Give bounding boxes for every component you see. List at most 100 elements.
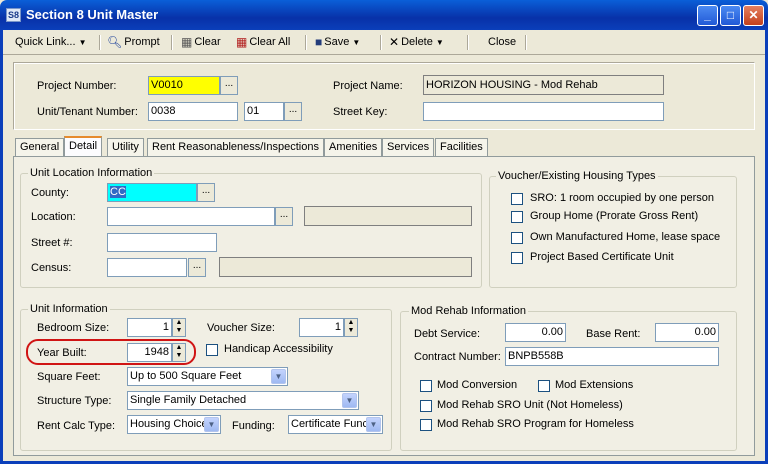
dropdown-arrow-icon[interactable]: ▼ [271, 369, 286, 384]
unit-lookup-button[interactable]: ... [284, 102, 302, 121]
mod-conversion-checkbox[interactable] [420, 380, 432, 392]
square-feet-select[interactable]: Up to 500 Square Feet ▼ [127, 367, 288, 386]
debt-service-input[interactable]: 0.00 [505, 323, 566, 342]
delete-x-icon: ✕ [389, 35, 400, 50]
dropdown-arrow-icon: ▼ [435, 38, 444, 47]
handicap-label: Handicap Accessibility [224, 343, 333, 355]
toolbar: Quick Link... ▼ 🔍︎ Prompt ▦ Clear ▦ Clear A… [3, 30, 765, 55]
save-button[interactable]: ■ Save ▼ [315, 34, 360, 52]
square-feet-label: Square Feet: [37, 371, 101, 383]
census-label: Census: [31, 262, 72, 274]
tab-general[interactable]: General [15, 138, 65, 157]
census-description [219, 257, 472, 277]
delete-label: Delete [401, 36, 433, 48]
funding-value: Certificate Func [291, 418, 369, 430]
dropdown-arrow-icon[interactable]: ▼ [342, 393, 357, 408]
county-lookup-button[interactable]: ... [197, 183, 215, 202]
clear-button[interactable]: ▦ Clear [181, 34, 221, 52]
group-home-checkbox[interactable] [511, 211, 523, 223]
toolbar-separator [380, 35, 382, 50]
toolbar-separator [467, 35, 469, 50]
close-button[interactable]: Close [488, 34, 516, 52]
group-home-label: Group Home (Prorate Gross Rent) [530, 210, 699, 222]
handicap-checkbox[interactable] [206, 344, 218, 356]
spin-up-icon[interactable]: ▲ [345, 319, 357, 327]
sro-unit-checkbox[interactable] [420, 400, 432, 412]
tenant-number-input[interactable]: 01 [244, 102, 284, 121]
tab-detail[interactable]: Detail [64, 136, 103, 158]
clear-all-button[interactable]: ▦ Clear All [236, 34, 290, 52]
toolbar-separator [99, 35, 101, 50]
quick-link-button[interactable]: Quick Link... ▼ [15, 34, 87, 52]
clear-label: Clear [194, 36, 221, 48]
close-window-button[interactable]: ✕ [743, 5, 764, 26]
sro-label: SRO: 1 room occupied by one person [530, 192, 715, 204]
census-input[interactable] [107, 258, 187, 277]
location-input[interactable] [107, 207, 275, 226]
sro-program-checkbox[interactable] [420, 419, 432, 431]
voucher-size-input[interactable]: 1 [299, 318, 344, 337]
sro-program-label: Mod Rehab SRO Program for Homeless [437, 418, 634, 430]
tab-services[interactable]: Services [382, 138, 435, 157]
county-input[interactable]: CC [107, 183, 197, 202]
clear-all-label: Clear All [249, 36, 291, 48]
contract-number-input[interactable]: BNPB558B [505, 347, 719, 366]
funding-label: Funding: [232, 420, 275, 432]
tab-rent-reasonableness[interactable]: Rent Reasonableness/Inspections [147, 138, 324, 157]
street-key-label: Street Key: [333, 106, 388, 118]
toolbar-separator [305, 35, 307, 50]
delete-button[interactable]: ✕ Delete ▼ [389, 34, 444, 52]
funding-select[interactable]: Certificate Func ▼ [288, 415, 383, 434]
bedroom-size-label: Bedroom Size: [37, 322, 110, 334]
tab-amenities[interactable]: Amenities [324, 138, 383, 157]
structure-type-label: Structure Type: [37, 395, 112, 407]
unit-location-title: Unit Location Information [28, 167, 155, 179]
census-lookup-button[interactable]: ... [188, 258, 206, 277]
spin-down-icon[interactable]: ▼ [345, 327, 357, 335]
minimize-button[interactable]: _ [697, 5, 718, 26]
unit-number-input[interactable]: 0038 [148, 102, 238, 121]
bedroom-size-input[interactable]: 1 [127, 318, 172, 337]
street-key-input[interactable] [423, 102, 664, 121]
project-name-display: HORIZON HOUSING - Mod Rehab [423, 75, 664, 95]
mod-conversion-label: Mod Conversion [437, 379, 518, 391]
structure-type-select[interactable]: Single Family Detached ▼ [127, 391, 359, 410]
tab-utility[interactable]: Utility [107, 138, 144, 157]
contract-number-label: Contract Number: [414, 351, 501, 363]
year-built-highlight-annotation [26, 339, 196, 365]
project-number-input[interactable]: V0010 [148, 76, 220, 95]
bedroom-size-spinner[interactable]: ▲ ▼ [172, 318, 186, 337]
rent-calc-type-select[interactable]: Housing Choice ▼ [127, 415, 221, 434]
voucher-size-spinner[interactable]: ▲ ▼ [344, 318, 358, 337]
prompt-label: Prompt [124, 36, 160, 48]
rent-calc-type-value: Housing Choice [130, 418, 208, 430]
mod-rehab-title: Mod Rehab Information [409, 305, 528, 317]
sro-checkbox[interactable] [511, 193, 523, 205]
manufactured-home-checkbox[interactable] [511, 232, 523, 244]
dropdown-arrow-icon[interactable]: ▼ [204, 417, 219, 432]
tab-facilities[interactable]: Facilities [435, 138, 488, 157]
project-based-label: Project Based Certificate Unit [530, 251, 674, 263]
county-value: CC [110, 186, 126, 198]
project-number-label: Project Number: [37, 80, 117, 92]
location-lookup-button[interactable]: ... [275, 207, 293, 226]
spin-up-icon[interactable]: ▲ [173, 319, 185, 327]
spin-down-icon[interactable]: ▼ [173, 327, 185, 335]
mod-extensions-checkbox[interactable] [538, 380, 550, 392]
dropdown-arrow-icon: ▼ [352, 38, 361, 47]
location-label: Location: [31, 211, 76, 223]
project-name-label: Project Name: [333, 80, 403, 92]
prompt-button[interactable]: 🔍︎ Prompt [107, 34, 160, 52]
voucher-size-label: Voucher Size: [207, 322, 275, 334]
street-number-input[interactable] [107, 233, 217, 252]
mod-extensions-label: Mod Extensions [555, 379, 634, 391]
base-rent-input[interactable]: 0.00 [655, 323, 719, 342]
clear-icon: ▦ [181, 35, 193, 50]
maximize-button[interactable]: □ [720, 5, 741, 26]
unit-info-title: Unit Information [28, 303, 110, 315]
dropdown-arrow-icon[interactable]: ▼ [366, 417, 381, 432]
street-number-label: Street #: [31, 237, 73, 249]
save-label: Save [324, 36, 350, 48]
project-based-checkbox[interactable] [511, 252, 523, 264]
project-number-lookup-button[interactable]: ... [220, 76, 238, 95]
